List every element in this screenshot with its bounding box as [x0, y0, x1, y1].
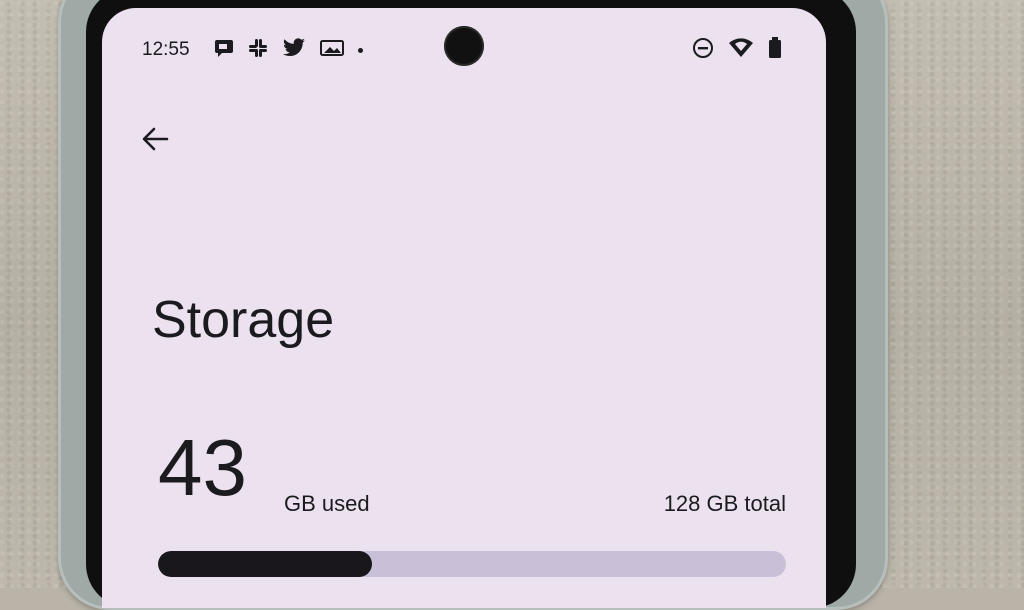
status-time: 12:55 [142, 39, 190, 60]
storage-progress-fill [158, 551, 372, 577]
do-not-disturb-icon [692, 37, 714, 63]
photo-icon [320, 40, 344, 60]
storage-used-value: 43 [158, 423, 247, 512]
storage-total: 128 GB total [663, 491, 786, 516]
page-title: Storage [152, 291, 335, 349]
battery-icon [768, 37, 782, 63]
slack-icon [248, 38, 268, 62]
twitter-icon [282, 38, 306, 62]
wifi-icon [728, 38, 754, 62]
back-arrow-icon[interactable] [138, 122, 172, 156]
phone-screen: 12:55 Storage 43 GB used 128 GB total [102, 8, 826, 608]
storage-used-unit: GB used [284, 491, 370, 516]
storage-progress-bar [158, 551, 786, 577]
notification-icons [214, 38, 363, 62]
status-bar: 12:55 [102, 36, 826, 64]
more-notifications-dot [358, 47, 363, 53]
system-icons [692, 37, 782, 63]
messages-icon [214, 39, 234, 61]
